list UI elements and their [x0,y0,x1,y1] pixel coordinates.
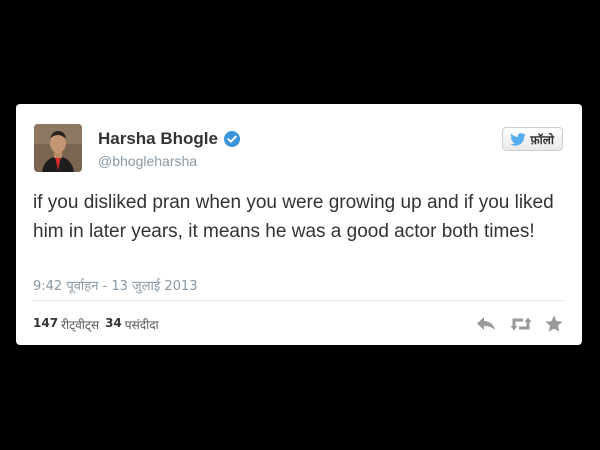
tweet-stats: 147 रीट्वीट्स 34 पसंदीदा [33,316,159,333]
favorites-count: 34 [105,316,122,330]
retweet-icon[interactable] [510,315,532,333]
divider [33,300,565,301]
follow-button[interactable]: फ़ॉलो [502,127,563,151]
reply-icon[interactable] [476,315,496,333]
tweet-card: Harsha Bhogle @bhogleharsha फ़ॉलो if you… [16,104,582,345]
favorites-label: पसंदीदा [124,318,159,332]
retweets-count: 147 [33,316,59,330]
star-icon[interactable] [544,315,564,333]
favorites-stat[interactable]: 34 पसंदीदा [105,316,159,333]
verified-badge-icon [223,131,240,147]
tweet-timestamp[interactable]: 9:42 पूर्वाहन - 13 जुलाई 2013 [33,276,197,294]
author-handle[interactable]: @bhogleharsha [98,153,197,169]
twitter-bird-icon [510,132,527,146]
author-name-text[interactable]: Harsha Bhogle [98,129,218,149]
author-name[interactable]: Harsha Bhogle [98,129,240,149]
follow-button-label: फ़ॉलो [530,132,554,147]
author-avatar[interactable] [34,124,82,172]
retweets-stat[interactable]: 147 रीट्वीट्स [33,316,99,333]
tweet-text: if you disliked pran when you were growi… [33,192,554,242]
tweet-actions [476,315,564,333]
retweets-label: रीट्वीट्स [61,318,100,332]
